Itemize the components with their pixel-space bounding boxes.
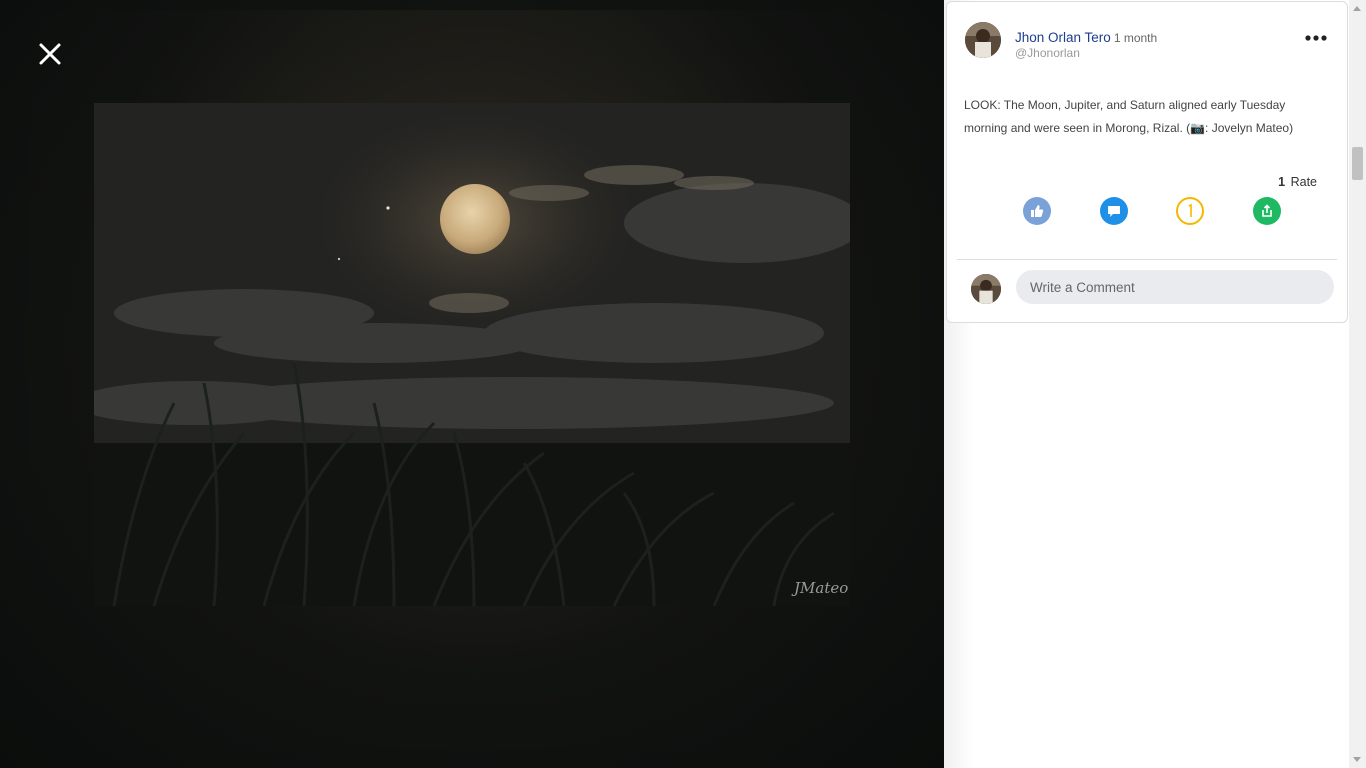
divider [957,259,1337,260]
comment-button[interactable] [1100,197,1128,225]
photo-viewer: JMateo [0,0,944,768]
post-time[interactable]: 1 month [1114,31,1157,45]
rate-number: 1 [1278,175,1286,189]
more-options-icon [1305,35,1327,41]
more-options-button[interactable] [1302,30,1330,46]
comment-icon [1108,206,1120,217]
photo-signature: JMateo [791,579,848,597]
share-button[interactable] [1253,197,1281,225]
scroll-down-icon[interactable] [1353,757,1361,762]
author-handle: @Jhonorlan [1015,46,1080,60]
rate-button[interactable] [1176,197,1204,225]
post-card: Jhon Orlan Tero 1 month @Jhonorlan LOOK: … [946,1,1348,323]
post-photo: JMateo [94,103,850,606]
close-icon [39,43,61,65]
rate-icon [1188,203,1192,217]
scroll-up-icon[interactable] [1353,6,1361,11]
rate-label: Rate [1290,175,1317,189]
scrollbar[interactable] [1349,0,1366,768]
thumbs-up-icon [1031,205,1044,217]
comment-input[interactable] [1016,270,1334,304]
scroll-thumb[interactable] [1352,147,1363,180]
post-text: LOOK: The Moon, Jupiter, and Saturn alig… [964,98,1294,135]
author-line: Jhon Orlan Tero 1 month [1015,29,1157,47]
commenter-avatar [971,274,1001,304]
author-name[interactable]: Jhon Orlan Tero [1015,30,1111,45]
share-icon [1262,204,1272,217]
rate-count: 1 Rate [1278,175,1317,189]
close-button[interactable] [34,38,66,70]
post-actions [947,197,1347,227]
author-avatar[interactable] [965,22,1001,58]
like-button[interactable] [1023,197,1051,225]
